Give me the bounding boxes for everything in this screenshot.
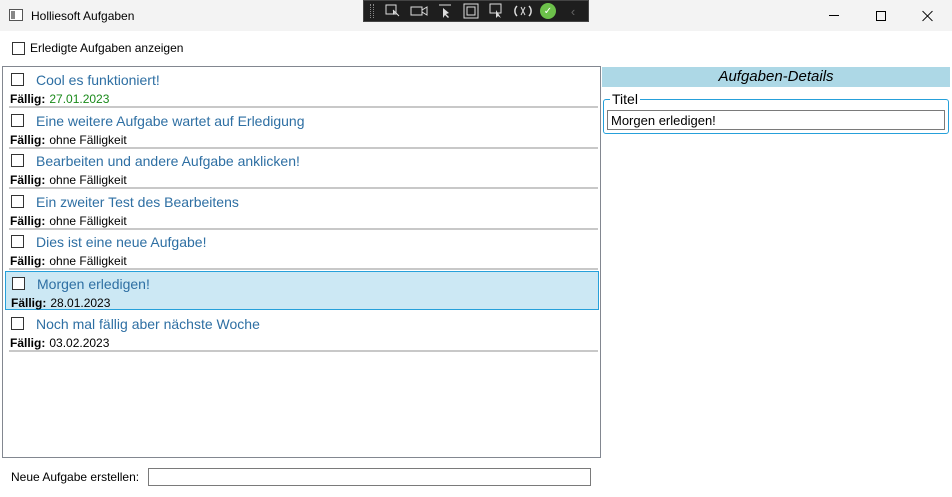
adorner-icon[interactable] (488, 3, 506, 19)
new-task-input[interactable] (148, 468, 591, 486)
minimize-icon (829, 15, 839, 16)
details-header: Aufgaben-Details (602, 67, 950, 87)
task-done-checkbox[interactable] (11, 154, 24, 167)
new-task-label: Neue Aufgabe erstellen: (11, 470, 140, 484)
due-value: 28.01.2023 (50, 296, 111, 310)
chevron-left-icon[interactable]: ‹ (564, 3, 582, 19)
due-label: Fällig: (10, 336, 46, 350)
due-label: Fällig: (10, 173, 46, 187)
task-done-checkbox[interactable] (11, 114, 24, 127)
window-title: Holliesoft Aufgaben (31, 9, 135, 23)
task-title: Noch mal fällig aber nächste Woche (36, 316, 260, 332)
task-title: Eine weitere Aufgabe wartet auf Erledigu… (36, 113, 305, 129)
due-value: ohne Fälligkeit (49, 173, 127, 187)
task-due-row: Fällig: 03.02.2023 (10, 336, 109, 350)
due-value: ohne Fälligkeit (49, 254, 127, 268)
hot-reload-icon[interactable] (514, 3, 532, 19)
due-label: Fällig: (11, 296, 47, 310)
task-due-row: Fällig: 27.01.2023 (10, 92, 109, 106)
task-separator (9, 106, 598, 108)
video-icon[interactable] (410, 3, 428, 19)
task-done-checkbox[interactable] (11, 73, 24, 86)
task-title: Dies ist eine neue Aufgabe! (36, 234, 207, 250)
task-separator (9, 268, 598, 270)
close-button[interactable] (905, 0, 951, 31)
task-item[interactable]: Cool es funktioniert! Fällig: 27.01.2023 (5, 68, 599, 108)
task-title: Morgen erledigen! (37, 276, 150, 292)
task-list[interactable]: Cool es funktioniert! Fällig: 27.01.2023 … (2, 66, 601, 458)
xaml-devtools-toolbar: ✓ ‹ (363, 0, 589, 22)
minimize-button[interactable] (811, 0, 857, 31)
task-item[interactable]: Noch mal fällig aber nächste Woche Fälli… (5, 312, 599, 352)
check-icon[interactable]: ✓ (540, 3, 556, 19)
task-title: Ein zweiter Test des Bearbeitens (36, 194, 239, 210)
task-title: Cool es funktioniert! (36, 72, 160, 88)
due-value: 03.02.2023 (49, 336, 110, 350)
task-item[interactable]: Ein zweiter Test des Bearbeitens Fällig:… (5, 190, 599, 230)
task-due-row: Fällig: ohne Fälligkeit (10, 214, 127, 228)
task-item[interactable]: Bearbeiten und andere Aufgabe anklicken!… (5, 149, 599, 189)
due-value: ohne Fälligkeit (49, 214, 127, 228)
task-separator (9, 350, 598, 352)
task-item-selected[interactable]: Morgen erledigen! Fällig: 28.01.2023 (5, 271, 599, 310)
pointer-icon[interactable] (436, 3, 454, 19)
select-element-icon[interactable] (384, 3, 402, 19)
frame-icon[interactable] (462, 3, 480, 19)
task-due-row: Fällig: ohne Fälligkeit (10, 133, 127, 147)
toolbar-grip[interactable] (370, 4, 374, 18)
task-due-row: Fällig: ohne Fälligkeit (10, 254, 127, 268)
show-completed-checkbox[interactable] (12, 41, 25, 55)
show-completed-toggle[interactable]: Erledigte Aufgaben anzeigen (12, 41, 183, 55)
app-icon (9, 9, 23, 21)
task-title: Bearbeiten und andere Aufgabe anklicken! (36, 153, 300, 169)
task-separator (9, 187, 598, 189)
task-done-checkbox[interactable] (11, 195, 24, 208)
maximize-icon (876, 10, 886, 21)
title-group-label: Titel (610, 91, 640, 107)
due-label: Fällig: (10, 133, 46, 147)
show-completed-label: Erledigte Aufgaben anzeigen (30, 41, 184, 55)
maximize-button[interactable] (858, 0, 904, 31)
title-groupbox: Titel (603, 92, 949, 134)
due-value: 27.01.2023 (49, 92, 110, 106)
task-due-row: Fällig: 28.01.2023 (11, 296, 110, 310)
task-due-row: Fällig: ohne Fälligkeit (10, 173, 127, 187)
task-title-field[interactable] (607, 110, 945, 130)
close-icon (922, 10, 934, 22)
title-bar: Holliesoft Aufgaben ✓ ‹ (0, 0, 952, 31)
task-item[interactable]: Eine weitere Aufgabe wartet auf Erledigu… (5, 109, 599, 149)
task-done-checkbox[interactable] (12, 277, 25, 290)
due-label: Fällig: (10, 92, 46, 106)
task-item[interactable]: Dies ist eine neue Aufgabe! Fällig: ohne … (5, 230, 599, 270)
task-done-checkbox[interactable] (11, 317, 24, 330)
due-value: ohne Fälligkeit (49, 133, 127, 147)
due-label: Fällig: (10, 254, 46, 268)
due-label: Fällig: (10, 214, 46, 228)
task-done-checkbox[interactable] (11, 235, 24, 248)
